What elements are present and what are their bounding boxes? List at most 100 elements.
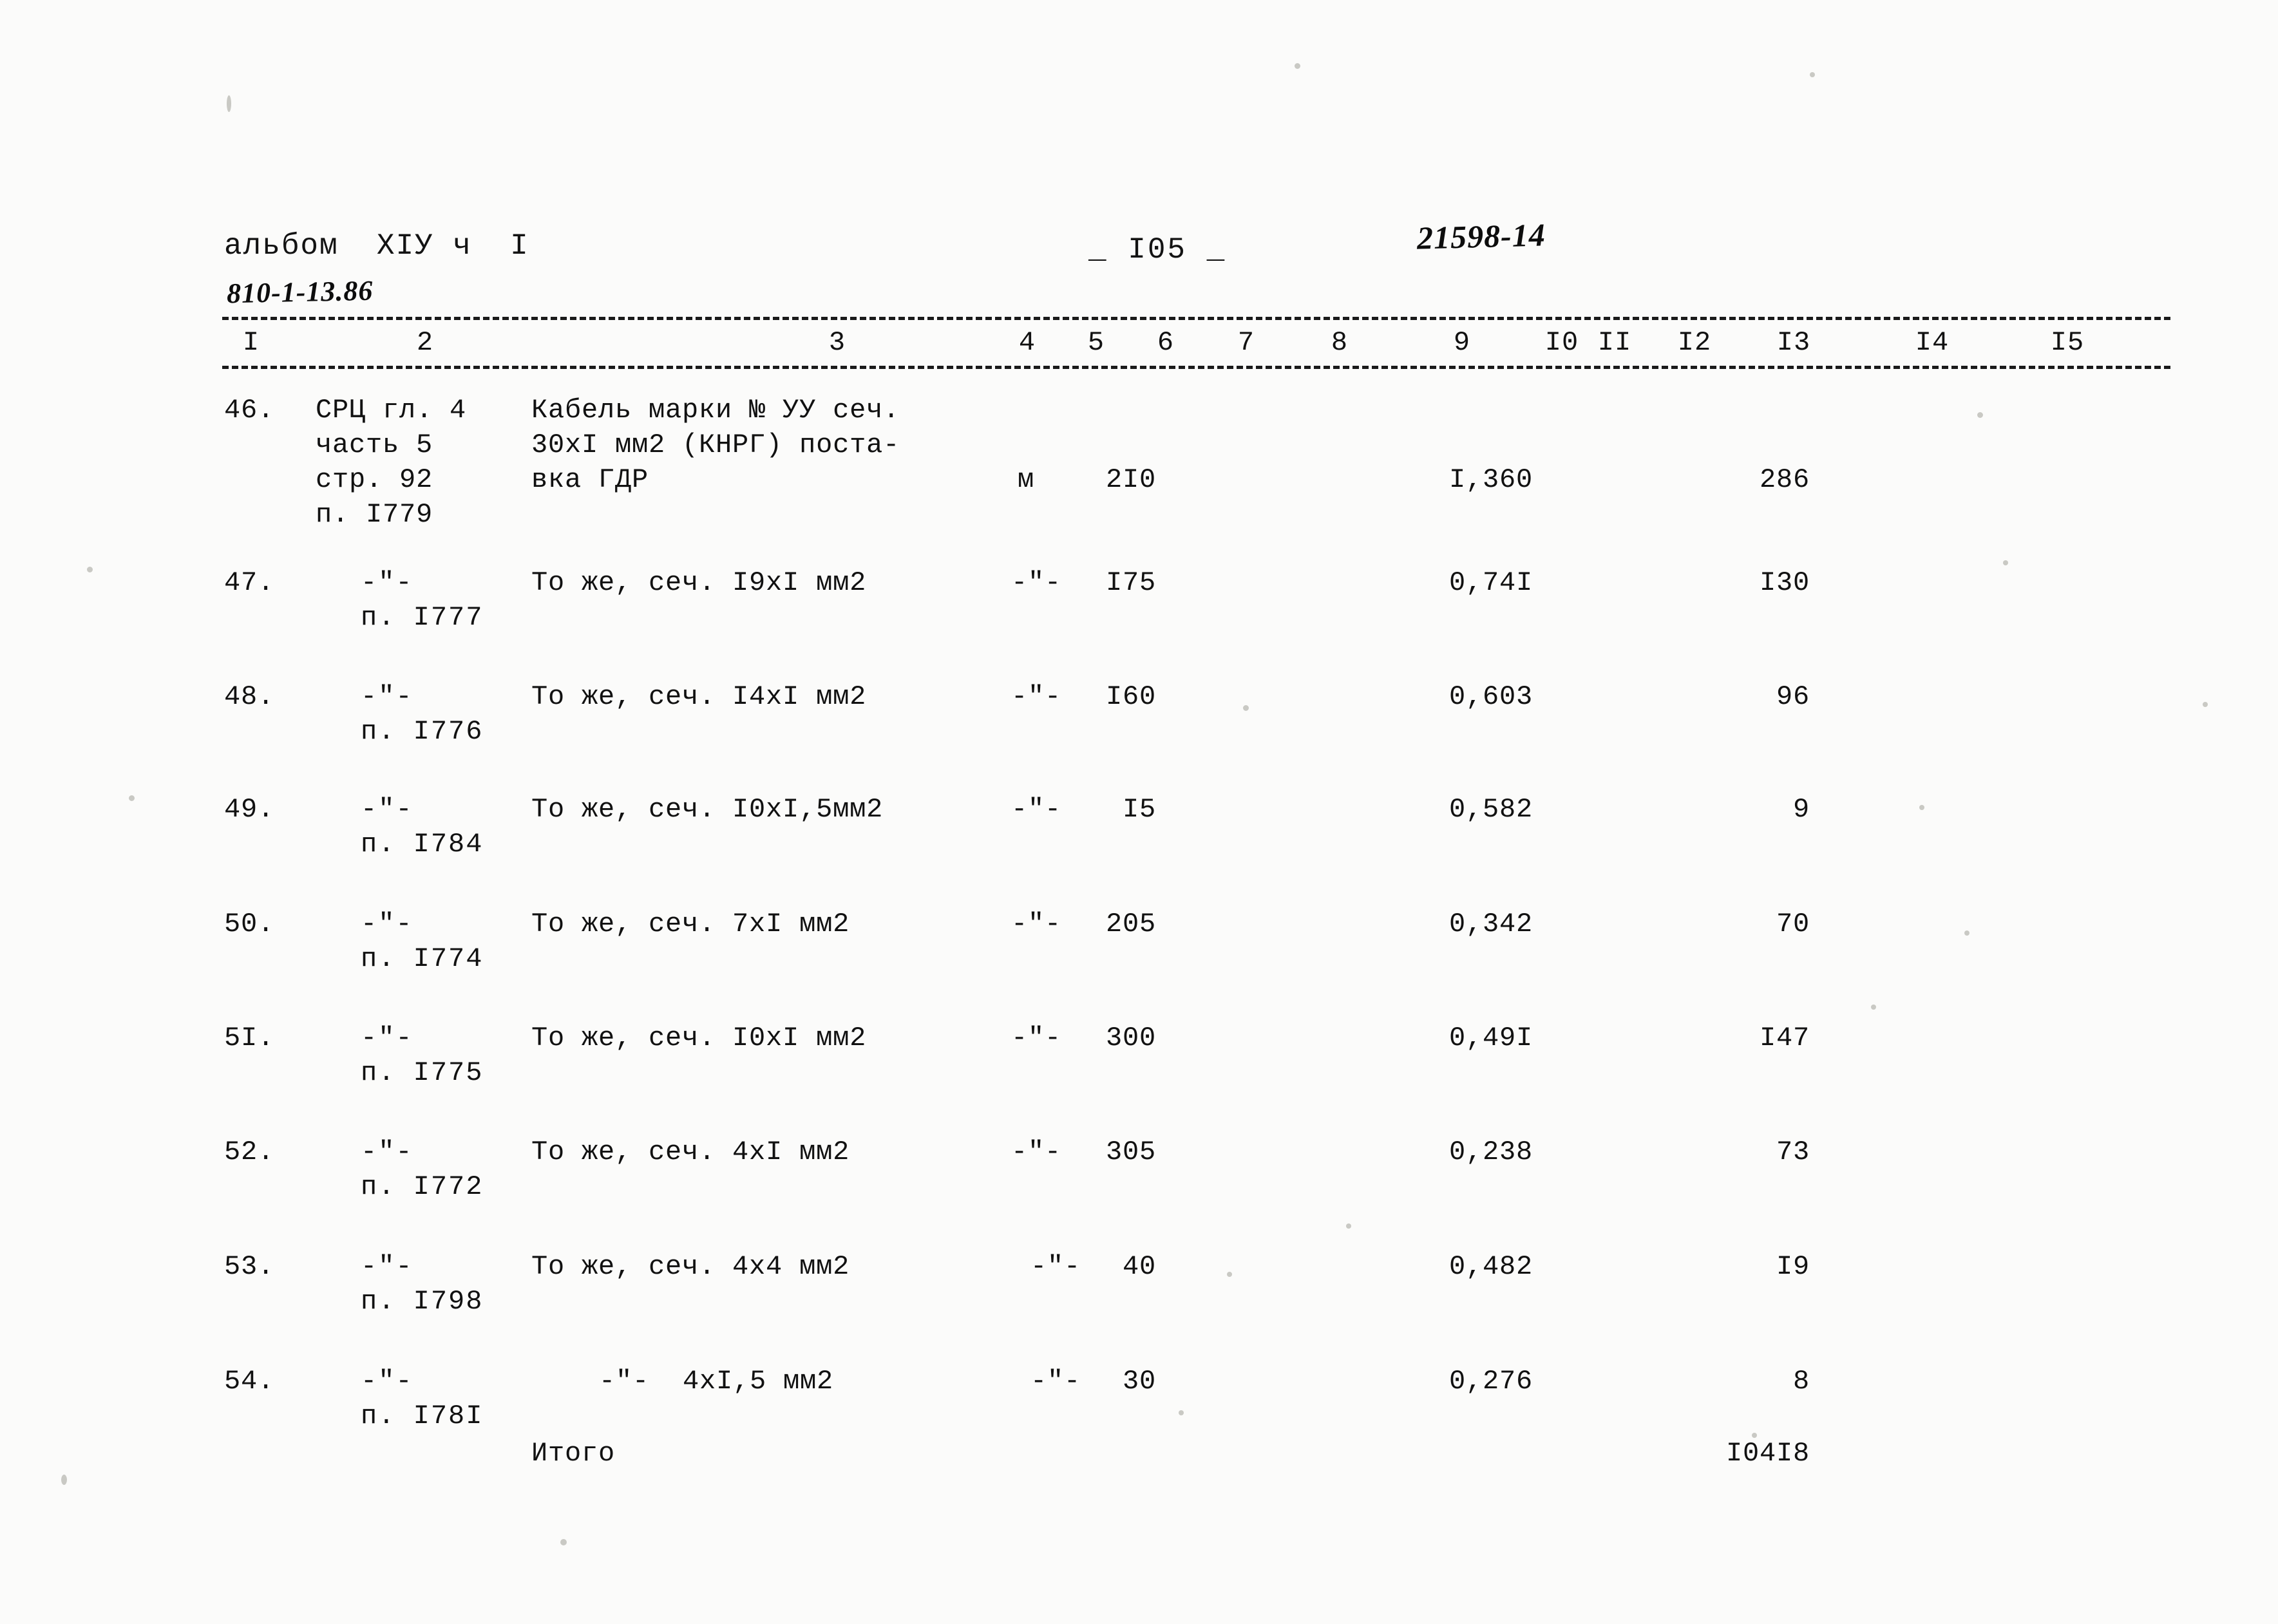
- row-reference: СРЦ гл. 4 часть 5 стр. 92 п. I779: [316, 395, 467, 530]
- scan-speckle: [1179, 1410, 1184, 1415]
- row-unit-value: 0,276: [1448, 1366, 1533, 1397]
- scan-speckle: [129, 795, 135, 801]
- scanned-document-page: альбом XIУ ч I 810-1-13.86 _ I05 _ 21598…: [0, 0, 2278, 1624]
- row-quantity: 2I0: [1105, 464, 1156, 495]
- column-number-14: I4: [1915, 327, 1950, 358]
- row-reference: -"- п. I777: [361, 567, 484, 633]
- row-number: 47.: [224, 567, 275, 598]
- total-label: Итого: [531, 1438, 616, 1469]
- column-number-7: 7: [1237, 327, 1255, 358]
- row-unit-value: 0,238: [1448, 1137, 1533, 1167]
- scan-speckle: [227, 95, 231, 112]
- row-description: То же, сеч. 4хI мм2: [531, 1137, 850, 1167]
- row-unit-value: 0,603: [1448, 681, 1533, 712]
- row-total: 9: [1792, 794, 1810, 825]
- column-number-1: I: [242, 327, 260, 358]
- column-number-10: I0: [1544, 327, 1579, 358]
- scan-speckle: [1810, 72, 1815, 77]
- row-reference: -"- п. I772: [361, 1137, 484, 1202]
- row-reference: -"- п. I774: [361, 909, 484, 974]
- row-unit: -"-: [1011, 1023, 1062, 1053]
- column-number-4: 4: [1018, 327, 1036, 358]
- scan-speckle: [1919, 805, 1924, 810]
- row-number: 5I.: [224, 1023, 275, 1053]
- row-description: -"- 4хI,5 мм2: [599, 1366, 834, 1397]
- row-quantity: 305: [1105, 1137, 1156, 1167]
- row-unit: -"-: [1011, 567, 1062, 598]
- row-description: То же, сеч. 7хI мм2: [531, 909, 850, 939]
- row-quantity: I5: [1122, 794, 1156, 825]
- row-quantity: 300: [1105, 1023, 1156, 1053]
- row-unit: -"-: [1011, 681, 1062, 712]
- scan-speckle: [1977, 412, 1983, 418]
- scan-speckle: [560, 1539, 567, 1545]
- row-reference: -"- п. I78I: [361, 1366, 484, 1431]
- row-unit-value: I,360: [1448, 464, 1533, 495]
- row-unit-value: 0,342: [1448, 909, 1533, 939]
- row-description: То же, сеч. I0хI,5мм2: [531, 794, 884, 825]
- row-unit-value: 0,49I: [1448, 1023, 1533, 1053]
- row-number: 46.: [224, 395, 275, 426]
- scan-speckle: [1346, 1223, 1351, 1229]
- row-total: I9: [1776, 1251, 1810, 1282]
- column-number-12: I2: [1677, 327, 1712, 358]
- row-unit: -"-: [1011, 909, 1062, 939]
- row-reference: -"- п. I798: [361, 1251, 484, 1317]
- row-quantity: 30: [1122, 1366, 1156, 1397]
- column-number-6: 6: [1157, 327, 1175, 358]
- row-reference: -"- п. I784: [361, 794, 484, 860]
- row-total: I30: [1759, 567, 1810, 598]
- column-number-9: 9: [1453, 327, 1471, 358]
- column-number-15: I5: [2050, 327, 2085, 358]
- row-description: Кабель марки № УУ сеч. 30хI мм2 (КНРГ) п…: [531, 395, 900, 495]
- row-unit: -"-: [1011, 794, 1062, 825]
- page-number: _ I05 _: [1088, 233, 1227, 267]
- row-number: 54.: [224, 1366, 275, 1397]
- row-description: То же, сеч. 4х4 мм2: [531, 1251, 850, 1282]
- row-total: 286: [1759, 464, 1810, 495]
- row-unit-value: 0,582: [1448, 794, 1533, 825]
- row-number: 50.: [224, 909, 275, 939]
- row-description: То же, сеч. I4хI мм2: [531, 681, 867, 712]
- scan-speckle: [1871, 1005, 1876, 1010]
- column-number-11: II: [1597, 327, 1632, 358]
- handwritten-archive-stamp: 21598-14: [1416, 216, 1546, 256]
- table-top-dashed-rule: [222, 317, 2170, 320]
- scan-speckle: [87, 567, 93, 572]
- row-total: 70: [1776, 909, 1810, 939]
- row-number: 48.: [224, 681, 275, 712]
- scan-speckle: [1227, 1272, 1232, 1277]
- row-quantity: I60: [1105, 681, 1156, 712]
- column-number-13: I3: [1776, 327, 1811, 358]
- album-title: альбом XIУ ч I: [224, 229, 529, 263]
- row-total: 73: [1776, 1137, 1810, 1167]
- scan-speckle: [61, 1475, 67, 1485]
- column-number-8: 8: [1331, 327, 1349, 358]
- row-unit: м: [1018, 464, 1035, 495]
- column-number-5: 5: [1087, 327, 1105, 358]
- row-description: То же, сеч. I0хI мм2: [531, 1023, 867, 1053]
- row-reference: -"- п. I775: [361, 1023, 484, 1088]
- row-unit-value: 0,482: [1448, 1251, 1533, 1282]
- column-number-2: 2: [416, 327, 434, 358]
- row-number: 49.: [224, 794, 275, 825]
- scan-speckle: [2003, 560, 2008, 565]
- column-number-3: 3: [828, 327, 846, 358]
- row-total: 8: [1792, 1366, 1810, 1397]
- scan-speckle: [1295, 63, 1300, 69]
- row-unit-value: 0,74I: [1448, 567, 1533, 598]
- row-total: I47: [1759, 1023, 1810, 1053]
- row-total: 96: [1776, 681, 1810, 712]
- row-reference: -"- п. I776: [361, 681, 484, 747]
- row-unit: -"-: [1011, 1137, 1062, 1167]
- table-header-bottom-dashed-rule: [222, 366, 2170, 369]
- row-quantity: 40: [1122, 1251, 1156, 1282]
- row-number: 53.: [224, 1251, 275, 1282]
- row-quantity: I75: [1105, 567, 1156, 598]
- row-description: То же, сеч. I9хI мм2: [531, 567, 867, 598]
- scan-speckle: [1243, 705, 1249, 711]
- grand-total-value: I04I8: [1725, 1438, 1810, 1469]
- row-quantity: 205: [1105, 909, 1156, 939]
- scan-speckle: [2203, 702, 2208, 707]
- scan-speckle: [1964, 930, 1970, 936]
